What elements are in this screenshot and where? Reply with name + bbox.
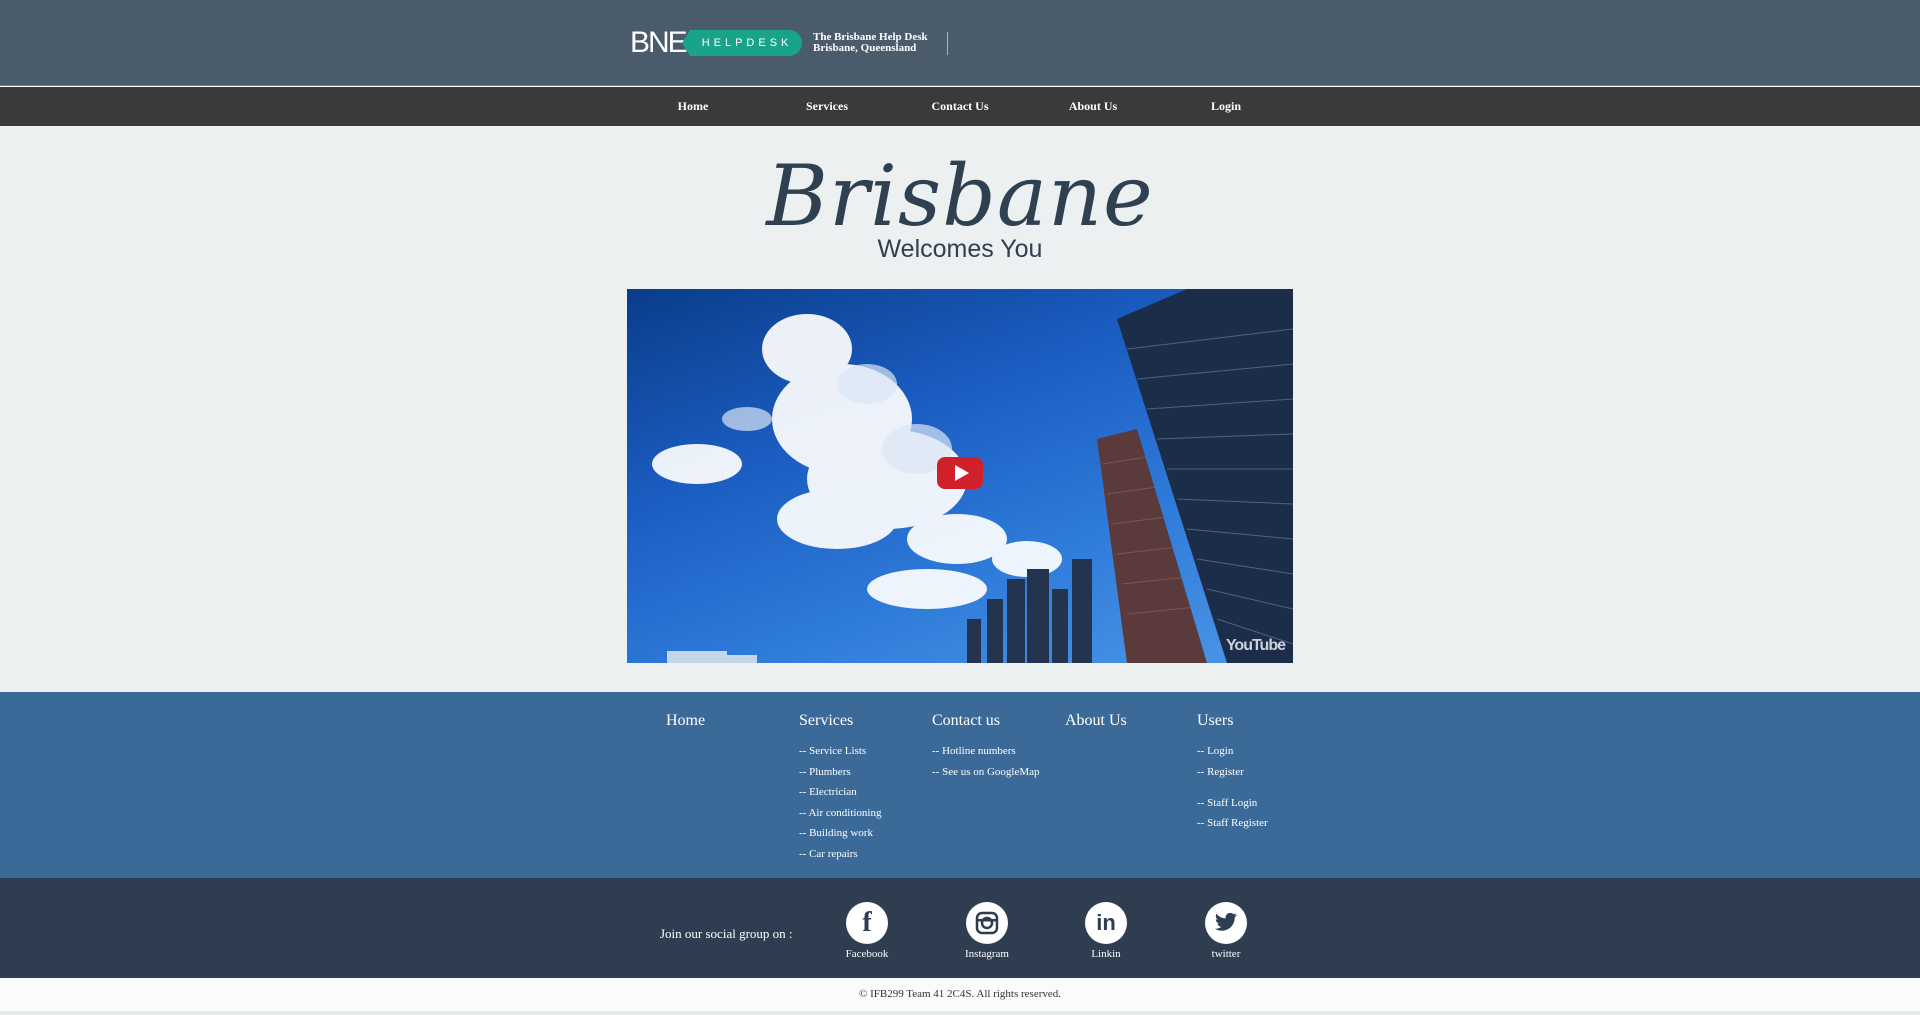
play-button[interactable] [937,457,983,489]
logo-helpdesk-badge: HELPDESK [681,29,803,56]
social-twitter[interactable]: twitter [1186,902,1266,960]
social-twitter-label[interactable]: twitter [1186,948,1266,960]
social-bar: Join our social group on : f Facebook In… [0,878,1920,978]
nav-contact-us[interactable]: Contact Us [900,87,1020,126]
nav-about-us[interactable]: About Us [1033,87,1153,126]
main-content: Brisbane Welcomes You YouTube [0,126,1920,692]
footer-link-staff-login[interactable]: -- Staff Login [1197,797,1257,809]
footer-link-googlemap[interactable]: -- See us on GoogleMap [932,766,1040,778]
footer-link-login[interactable]: -- Login [1197,745,1233,757]
footer-link-car-repairs[interactable]: -- Car repairs [799,848,858,860]
footer-heading-users: Users [1197,712,1234,729]
footer-heading-services[interactable]: Services [799,712,853,730]
copyright-text: © IFB299 Team 41 2C4S. All rights reserv… [0,978,1920,1015]
footer-link-staff-register[interactable]: -- Staff Register [1197,817,1268,829]
social-linkedin[interactable]: in Linkin [1066,902,1146,960]
footer-heading-contact[interactable]: Contact us [932,712,1000,730]
nav-services[interactable]: Services [767,87,887,126]
page-title: Brisbane [766,147,1154,245]
facebook-icon[interactable]: f [846,902,888,944]
footer-link-service-lists[interactable]: -- Service Lists [799,745,866,757]
footer-link-plumbers[interactable]: -- Plumbers [799,766,851,778]
footer-link-air-conditioning[interactable]: -- Air conditioning [799,807,882,819]
social-facebook[interactable]: f Facebook [827,902,907,960]
social-facebook-label[interactable]: Facebook [827,948,907,960]
header-info-line2: Brisbane, Queensland [813,42,917,54]
video-player[interactable]: YouTube [627,289,1293,663]
logo-bne-text: BNE [630,26,688,59]
footer-link-electrician[interactable]: -- Electrician [799,786,857,798]
footer-heading-about[interactable]: About Us [1065,712,1127,730]
main-nav: Home Services Contact Us About Us Login [0,87,1920,126]
page-subtitle: Welcomes You [877,235,1043,263]
footer-link-building-work[interactable]: -- Building work [799,827,873,839]
footer-link-hotline[interactable]: -- Hotline numbers [932,745,1016,757]
footer-link-register[interactable]: -- Register [1197,766,1244,778]
footer-sitemap: Home Services -- Service Lists -- Plumbe… [0,692,1920,878]
social-label: Join our social group on : [660,926,793,941]
twitter-icon[interactable] [1205,902,1247,944]
header-divider [947,32,948,55]
youtube-logo[interactable]: YouTube [1226,637,1286,655]
nav-home[interactable]: Home [633,87,753,126]
linkedin-icon[interactable]: in [1085,902,1127,944]
social-instagram[interactable]: Instagram [947,902,1027,960]
site-logo[interactable]: BNE HELPDESK [630,26,803,59]
nav-login[interactable]: Login [1166,87,1286,126]
social-linkedin-label[interactable]: Linkin [1066,948,1146,960]
site-header: BNE HELPDESK The Brisbane Help Desk Bris… [0,0,1920,86]
social-instagram-label[interactable]: Instagram [947,948,1027,960]
header-info: The Brisbane Help Desk Brisbane, Queensl… [813,32,928,54]
instagram-icon[interactable] [966,902,1008,944]
footer-heading-home[interactable]: Home [666,712,705,730]
